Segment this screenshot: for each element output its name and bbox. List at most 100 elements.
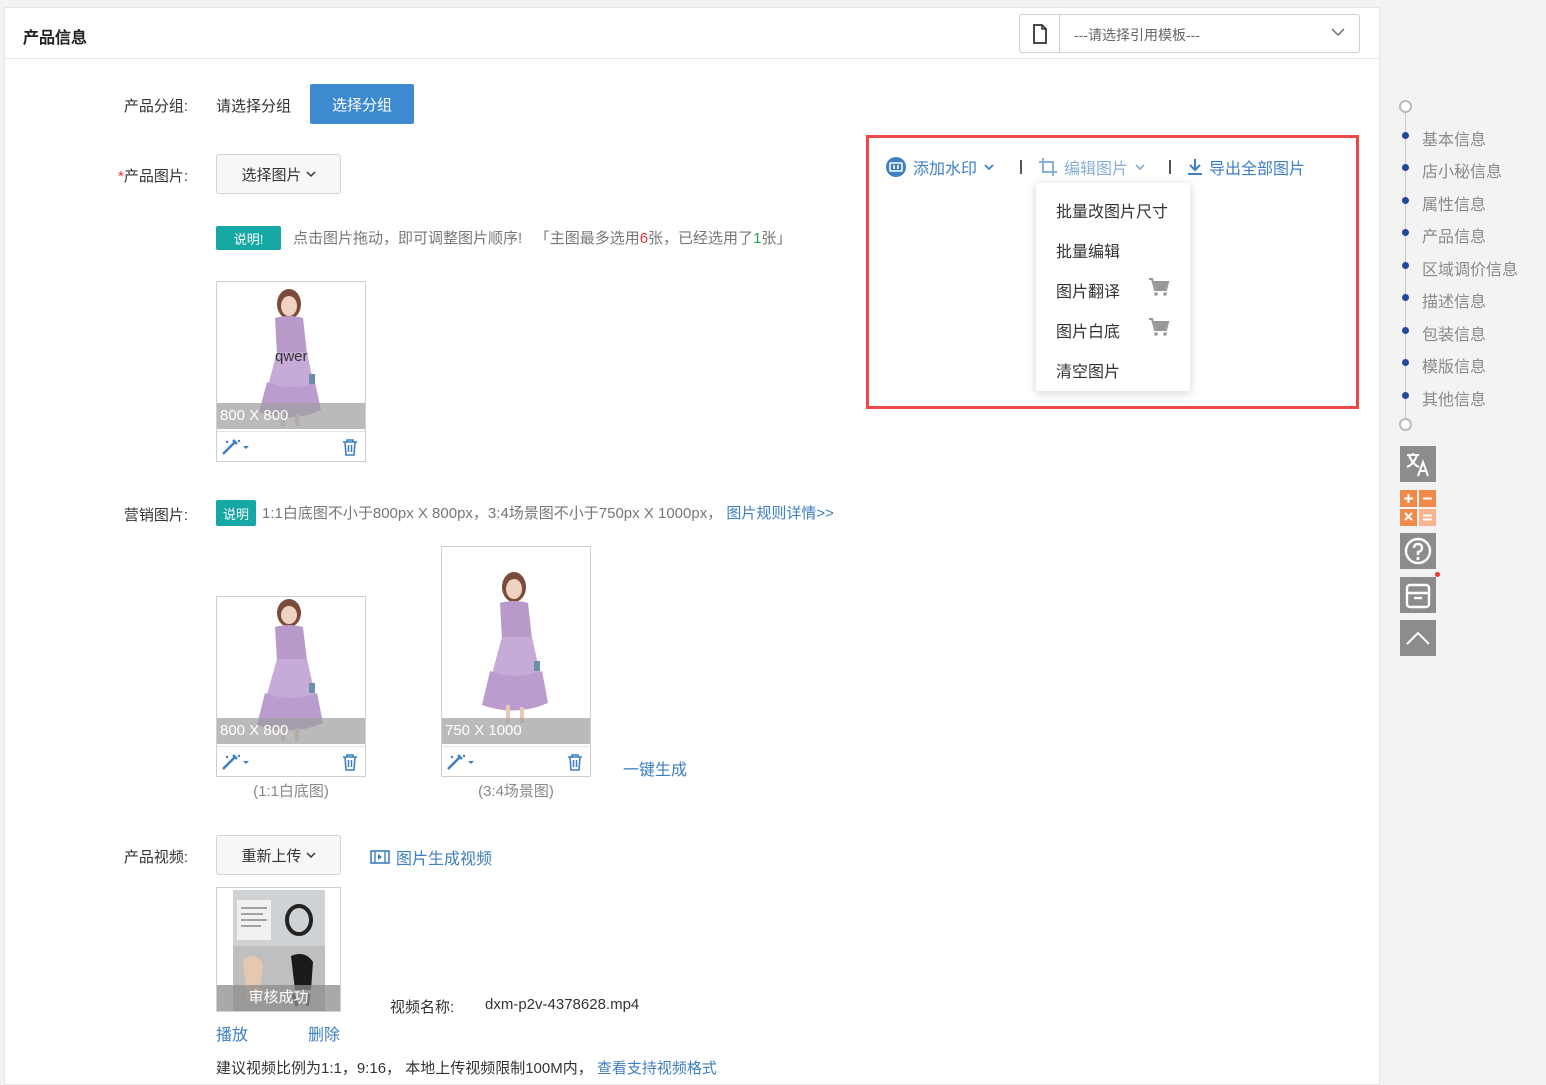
cart-icon [1148,317,1170,341]
panel-title: 产品信息 [23,30,88,47]
image-dimensions: 800 X 800 [217,718,365,744]
nav-item-basic-info[interactable]: 基本信息 [1422,126,1486,150]
image-dimensions: 800 X 800 [217,403,365,429]
square-caption: (1:1白底图) [253,783,329,800]
archive-tool-button[interactable] [1400,577,1436,613]
edit-images-label: 编辑图片 [1064,161,1129,178]
nav-item-product-info[interactable]: 产品信息 [1422,223,1486,247]
watermark-icon [886,157,906,177]
group-label: 产品分组: [123,98,188,115]
select-images-button[interactable]: 选择图片 [216,154,341,194]
video-status: 审核成功 [217,985,340,1011]
reupload-label: 重新上传 [241,847,302,865]
drag-note: 点击图片拖动，即可调整图片顺序! 「主图最多选用6张，已经选用了1张」 [293,230,792,247]
archive-icon [1405,583,1431,609]
nav-item-description[interactable]: 描述信息 [1422,288,1486,312]
panel-header: 产品信息 ---请选择引用模板--- [5,8,1379,59]
marketing-note-tag: 说明 [216,500,256,526]
thumb-tools [217,746,365,776]
calculator-tool-button[interactable] [1400,490,1436,526]
menu-item-clear[interactable]: 清空图片 [1056,358,1120,382]
nav-end-ring [1399,418,1412,431]
product-images-label: *产品图片: [117,168,188,185]
image-to-video-link[interactable]: 图片生成视频 [370,845,492,869]
reupload-button[interactable]: 重新上传 [216,835,341,875]
export-all-images-link[interactable]: 导出全部图片 [1187,155,1305,179]
trash-icon[interactable] [341,438,359,460]
menu-item-batch-resize[interactable]: 批量改图片尺寸 [1056,198,1168,222]
square-marketing-thumb[interactable]: 800 X 800 [216,596,366,777]
scene-caption: (3:4场景图) [478,783,554,800]
help-tool-button[interactable] [1400,533,1436,569]
translate-icon [1406,453,1429,477]
scene-marketing-thumb[interactable]: 750 X 1000 [441,546,591,777]
supported-formats-link[interactable]: 查看支持视频格式 [597,1060,717,1077]
nav-dot [1402,132,1409,139]
chevron-up-icon [1406,631,1430,645]
video-name-value: dxm-p2v-4378628.mp4 [485,996,640,1013]
nav-item-other[interactable]: 其他信息 [1422,386,1486,410]
nav-item-shop-secret[interactable]: 店小秘信息 [1422,158,1502,182]
chevron-down-icon [1331,25,1345,43]
chevron-down-icon [984,164,994,171]
nav-start-ring [1399,100,1412,113]
add-watermark-menu[interactable]: 添加水印 [885,155,995,179]
back-to-top-button[interactable] [1400,620,1436,656]
one-click-generate-link[interactable]: 一键生成 [623,756,687,780]
delete-video-link[interactable]: 删除 [308,1021,340,1045]
nav-dot [1402,294,1409,301]
product-video-label: 产品视频: [123,849,188,866]
magic-wand-icon[interactable] [446,753,476,775]
film-icon [370,850,390,864]
nav-item-region-pricing[interactable]: 区域调价信息 [1422,256,1518,280]
nav-dot [1402,229,1409,236]
menu-item-white-bg[interactable]: 图片白底 [1056,318,1120,342]
nav-item-attributes[interactable]: 属性信息 [1422,191,1486,215]
note-tag: 说明! [216,226,281,250]
chevron-down-icon [305,852,316,859]
marketing-note: 1:1白底图不小于800px X 800px，3:4场景图不小于750px X … [262,505,834,522]
video-thumb[interactable]: 审核成功 [216,887,341,1012]
menu-item-translate[interactable]: 图片翻译 [1056,278,1120,302]
help-icon [1404,537,1432,565]
nav-item-packaging[interactable]: 包装信息 [1422,321,1486,345]
trash-icon[interactable] [341,753,359,775]
image-rules-link[interactable]: 图片规则详情>> [726,505,834,522]
edit-images-menu[interactable]: 编辑图片 [1038,155,1146,179]
calculator-icon [1400,490,1436,526]
marketing-images-label: 营销图片: [123,507,188,524]
select-group-button[interactable]: 选择分组 [310,84,414,124]
crop-icon [1039,158,1057,176]
select-images-label: 选择图片 [241,166,302,184]
nav-dot [1402,164,1409,171]
dress-photo [442,547,590,746]
group-value: 请选择分组 [216,98,292,115]
nav-dot [1402,327,1409,334]
nav-dot [1402,197,1409,204]
nav-dot [1402,262,1409,269]
trash-icon[interactable] [566,753,584,775]
translate-tool-button[interactable] [1400,446,1436,482]
toolbar-separator [1020,160,1022,174]
nav-item-template[interactable]: 模版信息 [1422,353,1486,377]
chevron-down-icon [1135,164,1145,171]
thumb-tools [217,431,365,461]
edit-images-dropdown: 批量改图片尺寸 批量编辑 图片翻译 图片白底 清空图片 [1036,183,1190,391]
cart-icon [1148,277,1170,301]
document-icon [1020,15,1060,52]
chevron-down-icon [305,171,316,178]
watermark-text: qwer [275,348,308,365]
magic-wand-icon[interactable] [221,753,251,775]
menu-item-batch-edit[interactable]: 批量编辑 [1056,238,1120,262]
export-all-label: 导出全部图片 [1209,161,1306,178]
play-video-link[interactable]: 播放 [216,1021,248,1045]
main-image-thumb[interactable]: qwer 800 X 800 [216,281,366,462]
nav-dot [1402,392,1409,399]
video-hint: 建议视频比例为1:1，9:16， 本地上传视频限制100M内， 查看支持视频格式 [216,1060,717,1077]
nav-dot [1402,359,1409,366]
download-icon [1188,159,1202,175]
magic-wand-icon[interactable] [221,438,251,460]
template-select[interactable]: ---请选择引用模板--- [1019,14,1360,53]
image-to-video-label: 图片生成视频 [396,851,493,868]
add-watermark-label: 添加水印 [913,161,978,178]
